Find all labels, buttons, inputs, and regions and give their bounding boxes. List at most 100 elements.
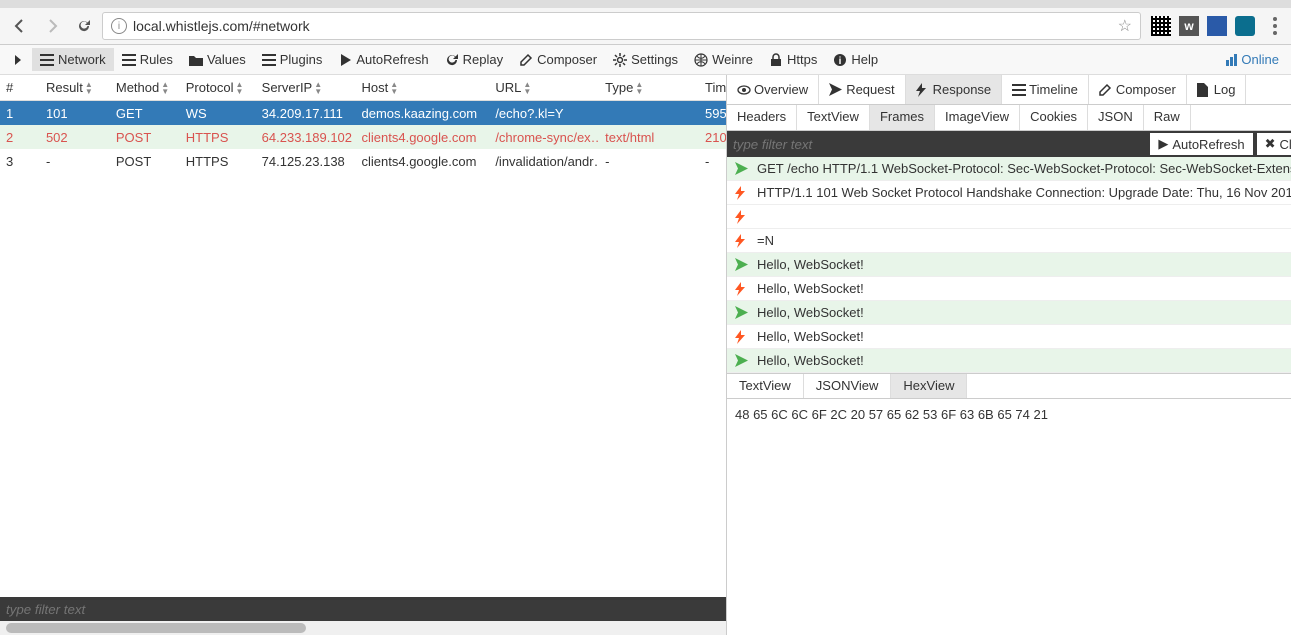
app-toolbar: Network Rules ValuesPlugins AutoRefresh Repl… [0,45,1291,75]
subtab-json[interactable]: JSON [1088,105,1144,130]
send-icon [735,306,749,319]
toolbar-label: Settings [631,52,678,67]
edit-icon [519,53,533,66]
tab-request[interactable]: Request [819,75,905,104]
frames-filter-input[interactable] [733,137,1146,152]
eye-icon [737,85,750,95]
chrome-menu-button[interactable] [1265,17,1285,35]
frame-row[interactable]: Hello, WebSocket! [727,253,1291,277]
toolbar-label: AutoRefresh [356,52,428,67]
hex-content: 48 65 6C 6C 6F 2C 20 57 65 62 53 6F 63 6… [727,399,1291,430]
subtab-raw[interactable]: Raw [1144,105,1191,130]
play-icon [338,54,352,66]
clear-button[interactable]: ✖ Clear [1257,133,1291,155]
frame-row[interactable]: Hello, WebSocket! [727,325,1291,349]
toolbar-settings[interactable]: Settings [605,48,686,71]
frame-row[interactable]: Hello, WebSocket! [727,301,1291,325]
address-bar[interactable]: i ☆ [102,12,1141,40]
toolbar-composer[interactable]: Composer [511,48,605,71]
viewtab-textview[interactable]: TextView [727,374,804,398]
network-table-header: # Result▲▼ Method▲▼ Protocol▲▼ ServerIP▲… [0,75,726,101]
list-icon [122,54,136,66]
toolbar-label: Weinre [712,52,753,67]
url-input[interactable] [133,18,1112,34]
col-protocol[interactable]: Protocol▲▼ [180,80,256,95]
network-table-body: 1101GETWS34.209.17.111demos.kaazing.com/… [0,101,726,635]
subtab-cookies[interactable]: Cookies [1020,105,1088,130]
autorefresh-button[interactable]: ▶ AutoRefresh [1150,133,1252,155]
frame-row[interactable]: HTTP/1.1 101 Web Socket Protocol Handsha… [727,181,1291,205]
bolt-icon [916,83,929,97]
toolbar-rules[interactable]: Rules [114,48,181,71]
recv-icon [735,330,749,344]
col-result[interactable]: Result▲▼ [40,80,110,95]
network-row[interactable]: 1101GETWS34.209.17.111demos.kaazing.com/… [0,101,726,125]
frame-row[interactable]: =N [727,229,1291,253]
extension-blue-icon[interactable] [1207,16,1227,36]
response-subtabs: HeadersTextViewFramesImageViewCookiesJSO… [727,105,1291,131]
frame-text: GET /echo HTTP/1.1 WebSocket-Protocol: S… [757,161,1291,176]
extension-qr-icon[interactable] [1151,16,1171,36]
tab-log[interactable]: Log [1187,75,1247,104]
toolbar-weinre[interactable]: Weinre [686,48,761,71]
reload-button[interactable] [70,12,98,40]
col-host[interactable]: Host▲▼ [356,80,490,95]
subtab-frames[interactable]: Frames [870,105,935,130]
toolbar-autorefresh[interactable]: AutoRefresh [330,48,436,71]
col-time[interactable]: Tim [699,80,726,95]
toolbar-label: Rules [140,52,173,67]
toolbar-plugins[interactable]: Plugins [254,48,331,71]
frames-list: GET /echo HTTP/1.1 WebSocket-Protocol: S… [727,157,1291,373]
globe-icon [694,53,708,67]
col-index[interactable]: # [0,80,40,95]
send-icon [829,83,842,96]
tab-response[interactable]: Response [906,75,1003,104]
recv-icon [735,234,749,248]
col-serverip[interactable]: ServerIP▲▼ [256,80,356,95]
tab-overview[interactable]: Overview [727,75,819,104]
horizontal-scrollbar[interactable] [0,621,726,635]
frame-text: Hello, WebSocket! [757,305,1291,320]
frame-row[interactable]: Hello, WebSocket! [727,349,1291,373]
expand-button[interactable] [4,50,32,70]
toolbar-https[interactable]: Https [761,48,825,71]
network-row[interactable]: 3-POSTHTTPS74.125.23.138clients4.google.… [0,149,726,173]
frame-row[interactable]: Hello, WebSocket! [727,277,1291,301]
list-icon [262,54,276,66]
forward-button[interactable] [38,12,66,40]
tab-timeline[interactable]: Timeline [1002,75,1089,104]
network-filter-input[interactable] [6,602,720,617]
chrome-toolbar: i ☆ w [0,8,1291,45]
detail-panel: OverviewRequestResponseTimelineComposerL… [727,75,1291,635]
subtab-textview[interactable]: TextView [797,105,870,130]
site-info-icon[interactable]: i [111,18,127,34]
viewtab-jsonview[interactable]: JSONView [804,374,892,398]
edit-icon [1099,83,1112,96]
col-type[interactable]: Type▲▼ [599,80,699,95]
online-status: Online [1226,52,1287,67]
network-row[interactable]: 2502POSTHTTPS64.233.189.102clients4.goog… [0,125,726,149]
subtab-headers[interactable]: Headers [727,105,797,130]
col-url[interactable]: URL▲▼ [489,80,599,95]
col-method[interactable]: Method▲▼ [110,80,180,95]
subtab-imageview[interactable]: ImageView [935,105,1020,130]
frame-text: Hello, WebSocket! [757,257,1291,272]
toolbar-help[interactable]: iHelp [825,48,886,71]
extension-react-icon[interactable] [1235,16,1255,36]
network-filter-bar [0,597,726,621]
toolbar-network[interactable]: Network [32,48,114,71]
back-button[interactable] [6,12,34,40]
bookmark-star-icon[interactable]: ☆ [1118,16,1132,36]
toolbar-values[interactable]: Values [181,48,254,71]
frame-row[interactable] [727,205,1291,229]
extension-w-icon[interactable]: w [1179,16,1199,36]
toolbar-label: Https [787,52,817,67]
toolbar-label: Network [58,52,106,67]
toolbar-replay[interactable]: Replay [437,48,511,71]
viewtab-hexview[interactable]: HexView [891,374,967,398]
frame-row[interactable]: GET /echo HTTP/1.1 WebSocket-Protocol: S… [727,157,1291,181]
frame-text: Hello, WebSocket! [757,281,1291,296]
tab-composer[interactable]: Composer [1089,75,1187,104]
doc-icon [1197,83,1210,97]
network-panel: # Result▲▼ Method▲▼ Protocol▲▼ ServerIP▲… [0,75,727,635]
